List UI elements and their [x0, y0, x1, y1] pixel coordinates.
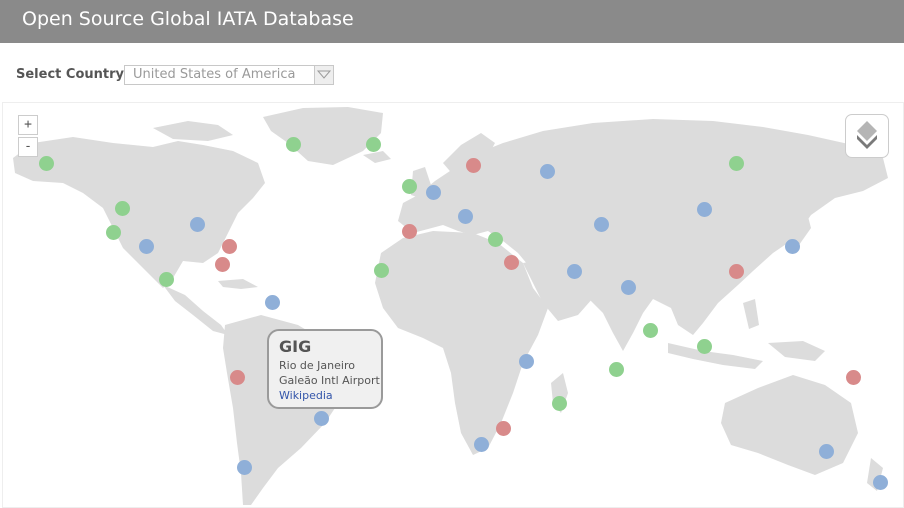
- airport-marker[interactable]: [819, 444, 834, 459]
- airport-marker[interactable]: [697, 202, 712, 217]
- country-select[interactable]: United States of America: [124, 65, 334, 85]
- airport-marker[interactable]: [286, 137, 301, 152]
- airport-marker[interactable]: [519, 354, 534, 369]
- airport-marker[interactable]: [697, 339, 712, 354]
- zoom-out-button[interactable]: -: [18, 137, 38, 157]
- airport-marker[interactable]: [366, 137, 381, 152]
- popup-airport-name: Galeão Intl Airport: [279, 374, 380, 387]
- airport-marker[interactable]: [785, 239, 800, 254]
- airport-popup: GIG Rio de Janeiro Galeão Intl Airport W…: [267, 329, 383, 409]
- airport-marker[interactable]: [594, 217, 609, 232]
- airport-marker[interactable]: [474, 437, 489, 452]
- airport-marker[interactable]: [609, 362, 624, 377]
- app-title: Open Source Global IATA Database: [22, 8, 354, 30]
- zoom-in-button[interactable]: +: [18, 115, 38, 135]
- app-header: Open Source Global IATA Database: [0, 0, 904, 43]
- world-land: [13, 107, 888, 505]
- toolbar: Select Country United States of America: [0, 43, 904, 101]
- airport-marker[interactable]: [466, 158, 481, 173]
- country-label: Select Country: [16, 67, 124, 82]
- airport-marker[interactable]: [496, 421, 511, 436]
- airport-marker[interactable]: [215, 257, 230, 272]
- layers-button[interactable]: [845, 114, 889, 158]
- airport-marker[interactable]: [846, 370, 861, 385]
- airport-marker[interactable]: [402, 224, 417, 239]
- airport-marker-gig[interactable]: [314, 411, 329, 426]
- chevron-down-icon[interactable]: [314, 66, 333, 84]
- airport-marker[interactable]: [567, 264, 582, 279]
- airport-marker[interactable]: [230, 370, 245, 385]
- airport-marker[interactable]: [643, 323, 658, 338]
- airport-marker[interactable]: [402, 179, 417, 194]
- airport-marker[interactable]: [139, 239, 154, 254]
- popup-city: Rio de Janeiro: [279, 359, 355, 372]
- airport-marker[interactable]: [488, 232, 503, 247]
- airport-marker[interactable]: [106, 225, 121, 240]
- popup-airport-code: GIG: [279, 337, 312, 356]
- airport-marker[interactable]: [552, 396, 567, 411]
- popup-wikipedia-link[interactable]: Wikipedia: [279, 389, 333, 402]
- airport-marker[interactable]: [873, 475, 888, 490]
- world-map[interactable]: + -: [2, 102, 904, 508]
- airport-marker[interactable]: [504, 255, 519, 270]
- airport-marker[interactable]: [426, 185, 441, 200]
- airport-marker[interactable]: [115, 201, 130, 216]
- airport-marker[interactable]: [39, 156, 54, 171]
- airport-marker[interactable]: [190, 217, 205, 232]
- layers-icon: [857, 121, 877, 149]
- airport-marker[interactable]: [222, 239, 237, 254]
- airport-marker[interactable]: [729, 264, 744, 279]
- country-select-value: United States of America: [133, 67, 296, 82]
- airport-marker[interactable]: [621, 280, 636, 295]
- airport-marker[interactable]: [374, 263, 389, 278]
- airport-marker[interactable]: [458, 209, 473, 224]
- airport-marker[interactable]: [237, 460, 252, 475]
- airport-marker[interactable]: [265, 295, 280, 310]
- airport-marker[interactable]: [159, 272, 174, 287]
- airport-marker[interactable]: [729, 156, 744, 171]
- airport-marker[interactable]: [540, 164, 555, 179]
